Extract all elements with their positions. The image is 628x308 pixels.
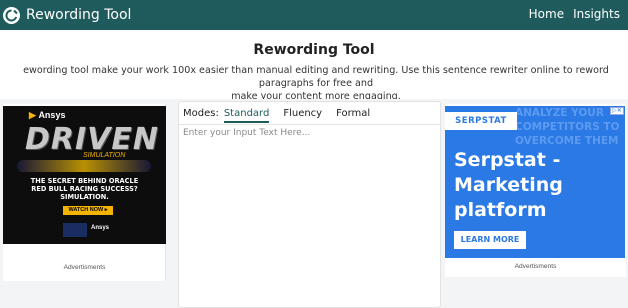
mode-tabs: Modes: Standard Fluency Formal (183, 108, 384, 123)
ad-label: Advertisments (63, 264, 106, 271)
race-car-image (17, 160, 151, 172)
top-navbar: Rewording Tool Home Insights (0, 0, 628, 30)
nav-links: Home Insights (529, 7, 620, 21)
tab-fluency[interactable]: Fluency (283, 108, 322, 119)
ansys-brand: Ansys (38, 110, 66, 120)
learn-more-button[interactable]: LEARN MORE (454, 231, 526, 249)
tab-formal[interactable]: Formal (336, 108, 370, 119)
brand[interactable]: Rewording Tool (3, 4, 131, 26)
serpstat-headline-line-3: platform (454, 199, 547, 221)
serpstat-headline: Serpstat - Marketing platform (454, 148, 619, 223)
ad-copy-line-3: SIMULATION. (60, 193, 109, 201)
ad-label: Advertisments (514, 263, 557, 270)
nav-insights-link[interactable]: Insights (573, 7, 620, 21)
intro-text: ewording tool make your work 100x easier… (0, 64, 628, 103)
ansys-small-logo: Ansys (91, 225, 110, 231)
tab-standard[interactable]: Standard (223, 108, 270, 123)
oracle-logo (63, 223, 87, 237)
ad-background-text: ANALYZE YOUR COMPETITORS TO OVERCOME THE… (515, 107, 620, 147)
adchoices-icon[interactable]: ▷✕ (610, 107, 624, 115)
rewording-editor: Modes: Standard Fluency Formal (178, 101, 441, 308)
serpstat-logo: SERPSTAT (445, 112, 517, 130)
logo-icon (3, 6, 20, 24)
modes-label: Modes: (183, 108, 219, 119)
serpstat-headline-line-2: Marketing (454, 174, 563, 196)
ad-subheadline: SIMULATION (83, 152, 126, 159)
serpstat-logo-text: SERPSTAT (455, 116, 507, 126)
input-text-area[interactable] (183, 128, 436, 304)
ansys-logo: ▶ Ansys (29, 110, 66, 120)
serpstat-headline-line-1: Serpstat - (454, 149, 561, 171)
ansys-ad-banner[interactable]: ▶ Ansys DRIVEN SIMULATION THE SECRET BEH… (3, 106, 166, 244)
serpstat-ad-banner[interactable]: ANALYZE YOUR COMPETITORS TO OVERCOME THE… (445, 106, 625, 258)
brand-name: Rewording Tool (26, 7, 132, 23)
ad-copy-line-2: RED BULL RACING SUCCESS? (31, 185, 138, 193)
ad-copy: THE SECRET BEHIND ORACLE RED BULL RACING… (3, 177, 166, 201)
ad-right: ANALYZE YOUR COMPETITORS TO OVERCOME THE… (445, 104, 626, 277)
ad-copy-line-1: THE SECRET BEHIND ORACLE (30, 177, 139, 185)
page-title: Rewording Tool (253, 42, 375, 58)
tab-divider (179, 124, 440, 125)
nav-home-link[interactable]: Home (529, 7, 564, 21)
watch-now-button[interactable]: WATCH NOW ▸ (63, 206, 113, 215)
ad-left: ▶ Ansys DRIVEN SIMULATION THE SECRET BEH… (3, 104, 166, 281)
intro-line-1: ewording tool make your work 100x easier… (23, 65, 609, 89)
